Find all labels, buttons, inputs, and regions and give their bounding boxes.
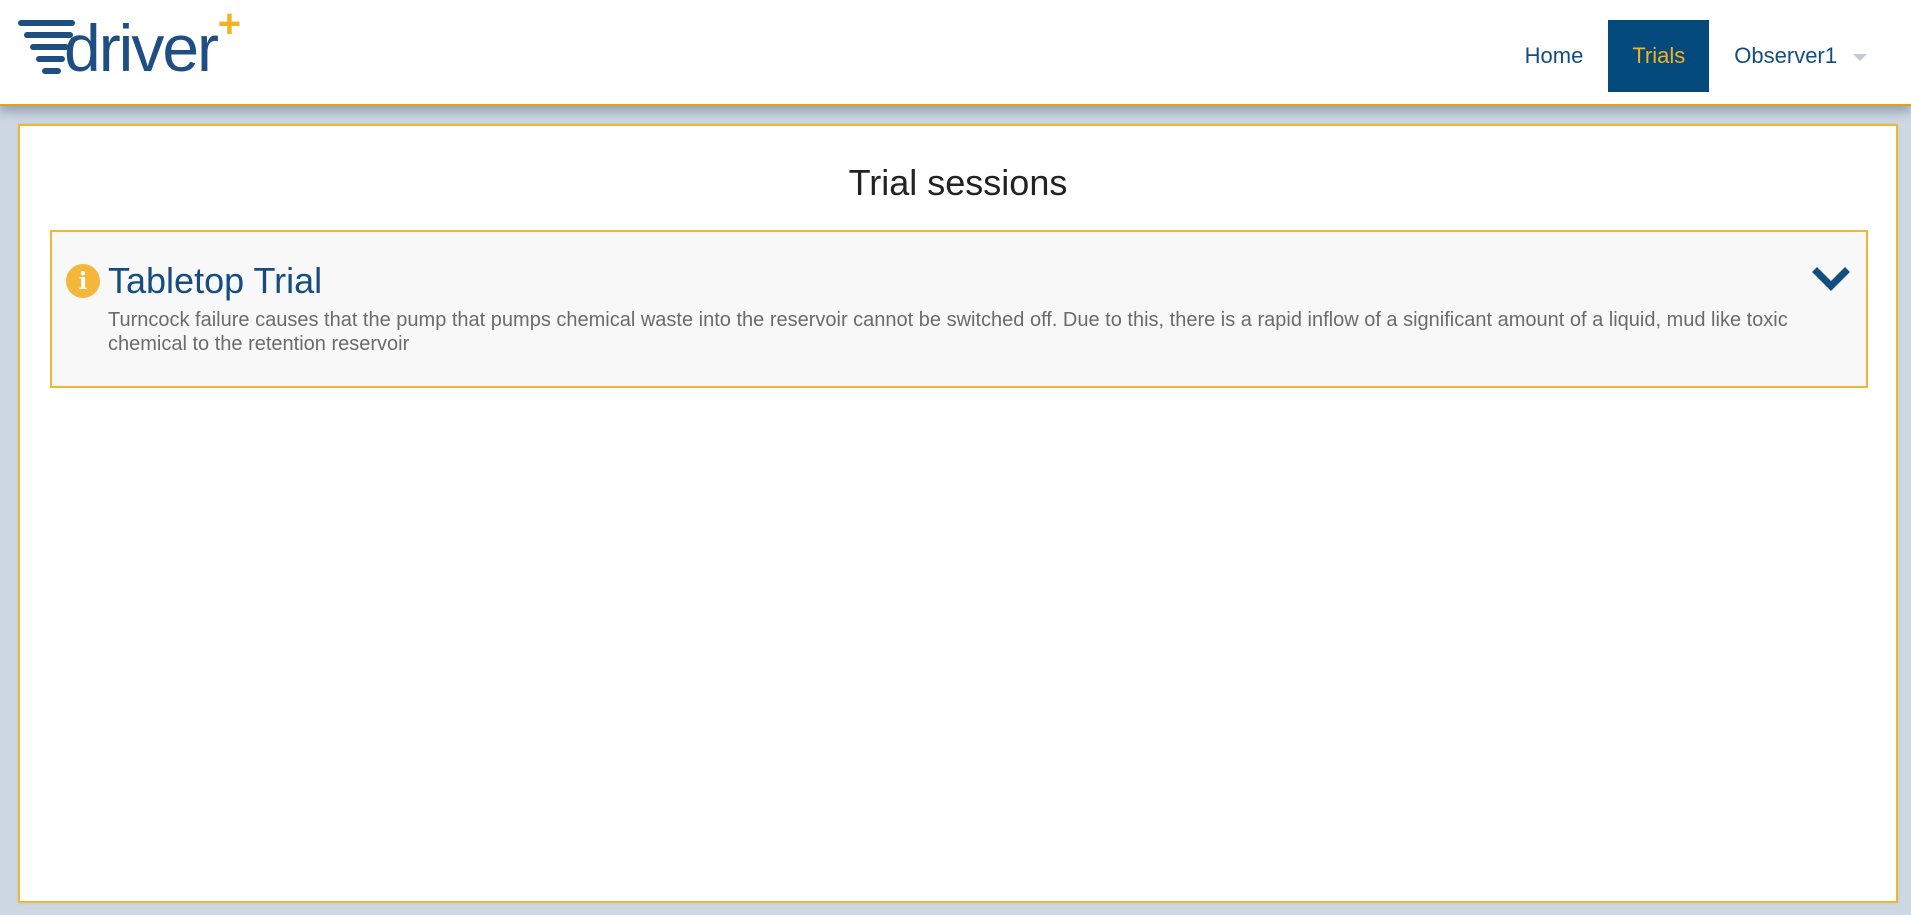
session-description: Turncock failure causes that the pump th…: [108, 309, 1788, 355]
user-name: Observer1: [1734, 43, 1837, 68]
caret-down-icon: [1853, 53, 1867, 61]
logo-wordmark: driver +: [64, 4, 241, 81]
main-nav: Home Trials Observer1: [1500, 20, 1879, 92]
user-menu[interactable]: Observer1: [1709, 20, 1879, 92]
nav-home[interactable]: Home: [1500, 20, 1609, 92]
trial-sessions-card: Trial sessions i Tabletop Trial Turncock…: [18, 124, 1898, 903]
driver-plus-logo[interactable]: driver +: [18, 4, 241, 81]
page-title: Trial sessions: [848, 162, 1068, 203]
info-icon: i: [66, 264, 100, 298]
top-navbar: driver + Home Trials Observer1: [0, 0, 1911, 106]
logo-plus: +: [217, 2, 241, 46]
nav-trials[interactable]: Trials: [1608, 20, 1710, 92]
trial-session-item[interactable]: i Tabletop Trial Turncock failure causes…: [50, 230, 1868, 388]
logo-text: driver: [64, 11, 219, 85]
session-title: Tabletop Trial: [108, 260, 323, 301]
chevron-down-icon[interactable]: [1812, 266, 1850, 294]
